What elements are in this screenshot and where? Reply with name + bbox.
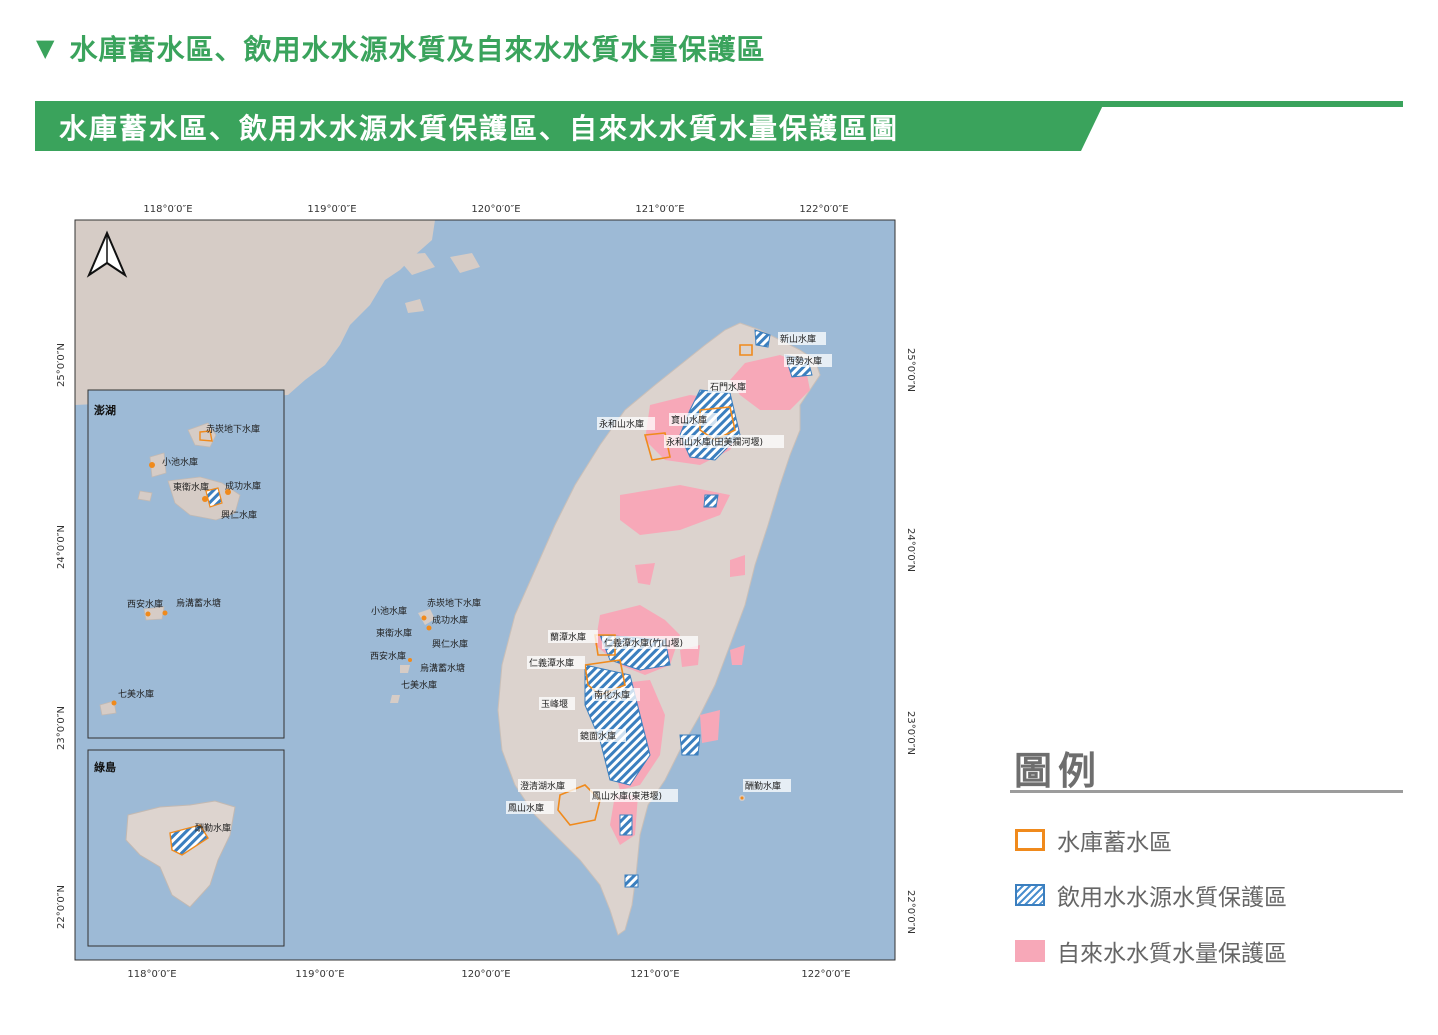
legend-label: 飲用水水源水質保護區 [1057, 885, 1287, 911]
inset-penghu-title: 澎湖 [94, 403, 116, 417]
inset-label: 烏溝蓄水塘 [176, 597, 221, 609]
legend-title: 圖例 [1014, 749, 1103, 793]
legend-divider [1010, 790, 1403, 793]
legend-item-tap: 自來水水質水量保護區 [1015, 934, 1287, 968]
label-renyitan: 仁義潭水庫 [529, 657, 574, 669]
lon-label: 119°0′0″E [307, 204, 356, 215]
reservoir-swatch-icon [1015, 829, 1045, 851]
latitude-labels-right: 25°0′0″N 24°0′0″N 23°0′0″N 22°0′0″N [905, 348, 916, 934]
svg-text:烏溝蓄水塘: 烏溝蓄水塘 [420, 662, 465, 674]
label-fengshan-donggang: 鳳山水庫(東港堰) [592, 790, 662, 802]
lyudao-reservoir-dot [740, 796, 744, 800]
label-xishi: 西勢水庫 [786, 355, 822, 367]
lat-label: 25°0′0″N [905, 348, 916, 392]
hatch-swatch-icon [1015, 884, 1045, 906]
label-renyitan-zhushan: 仁義潭水庫(竹山堰) [604, 637, 683, 649]
lon-label: 121°0′0″E [630, 969, 679, 980]
longitude-labels-bottom: 118°0′0″E 119°0′0″E 120°0′0″E 121°0′0″E … [127, 969, 850, 980]
lon-label: 118°0′0″E [143, 204, 192, 215]
label-nanhua: 南化水庫 [594, 689, 630, 701]
lon-label: 118°0′0″E [127, 969, 176, 980]
label-chouqin: 酬勤水庫 [745, 780, 781, 792]
legend-item-drinking: 飲用水水源水質保護區 [1015, 878, 1287, 912]
legend-label: 自來水水質水量保護區 [1057, 941, 1287, 967]
inset-lyudao: 綠島 酬勤水庫 [87, 749, 285, 947]
inset-penghu: 澎湖 赤崁地下水庫 小池水庫 東衛水庫 成功水庫 興仁水庫 西安水庫 烏溝蓄水塘… [87, 389, 285, 739]
label-jingmian: 鏡面水庫 [580, 730, 616, 742]
svg-text:小池水庫: 小池水庫 [371, 605, 407, 617]
section-heading-text: 水庫蓄水區、飲用水水源水質及自來水水質水量保護區 [69, 33, 766, 66]
longitude-labels-top: 118°0′0″E 119°0′0″E 120°0′0″E 121°0′0″E … [143, 204, 848, 215]
legend-item-reservoir: 水庫蓄水區 [1015, 823, 1172, 857]
label-shimen: 石門水庫 [710, 381, 746, 393]
inset-label: 西安水庫 [127, 598, 163, 610]
triangle-marker-icon: ▼ [36, 34, 56, 62]
lat-label: 23°0′0″N [56, 706, 67, 750]
svg-text:赤崁地下水庫: 赤崁地下水庫 [427, 597, 481, 609]
lon-label: 122°0′0″E [799, 204, 848, 215]
svg-text:成功水庫: 成功水庫 [432, 614, 468, 626]
lon-label: 120°0′0″E [461, 969, 510, 980]
map-title: 水庫蓄水區、飲用水水源水質保護區、自來水水質水量保護區圖 [59, 112, 900, 145]
inset-label: 赤崁地下水庫 [206, 423, 260, 435]
inset-label: 酬勤水庫 [195, 822, 231, 834]
label-fengshan: 鳳山水庫 [508, 802, 544, 814]
map-figure: 118°0′0″E 119°0′0″E 120°0′0″E 121°0′0″E … [40, 195, 940, 999]
pink-swatch-icon [1015, 940, 1045, 962]
inset-label: 興仁水庫 [221, 509, 257, 521]
label-chengqinghu: 澄清湖水庫 [520, 780, 565, 792]
lat-label: 25°0′0″N [56, 343, 67, 387]
svg-text:東衛水庫: 東衛水庫 [376, 627, 412, 639]
label-lantan: 蘭潭水庫 [550, 631, 586, 643]
section-heading: ▼ 水庫蓄水區、飲用水水源水質及自來水水質水量保護區 [36, 28, 765, 68]
svg-text:七美水庫: 七美水庫 [401, 679, 437, 691]
inset-label: 七美水庫 [118, 688, 154, 700]
inset-label: 成功水庫 [225, 480, 261, 492]
label-yonghe-tianmei: 永和山水庫(田美攔河堰) [666, 436, 763, 448]
svg-text:西安水庫: 西安水庫 [370, 650, 406, 662]
inset-lyudao-title: 綠島 [94, 760, 116, 774]
inset-label: 東衛水庫 [173, 481, 209, 493]
lon-label: 119°0′0″E [295, 969, 344, 980]
latitude-labels-left: 25°0′0″N 24°0′0″N 23°0′0″N 22°0′0″N [56, 343, 67, 929]
lat-label: 24°0′0″N [905, 528, 916, 572]
lon-label: 120°0′0″E [471, 204, 520, 215]
lat-label: 22°0′0″N [56, 885, 67, 929]
lon-label: 122°0′0″E [801, 969, 850, 980]
label-baoshan: 寶山水庫 [671, 414, 707, 426]
label-yonghe: 永和山水庫 [599, 418, 644, 430]
label-xinshan: 新山水庫 [780, 333, 816, 345]
lat-label: 22°0′0″N [905, 890, 916, 934]
map-title-banner: 水庫蓄水區、飲用水水源水質保護區、自來水水質水量保護區圖 [35, 101, 1403, 151]
svg-text:興仁水庫: 興仁水庫 [432, 638, 468, 650]
lon-label: 121°0′0″E [635, 204, 684, 215]
lat-label: 24°0′0″N [56, 525, 67, 569]
lat-label: 23°0′0″N [905, 711, 916, 755]
inset-label: 小池水庫 [162, 456, 198, 468]
label-yufeng: 玉峰堰 [541, 699, 568, 710]
legend-label: 水庫蓄水區 [1057, 830, 1172, 856]
